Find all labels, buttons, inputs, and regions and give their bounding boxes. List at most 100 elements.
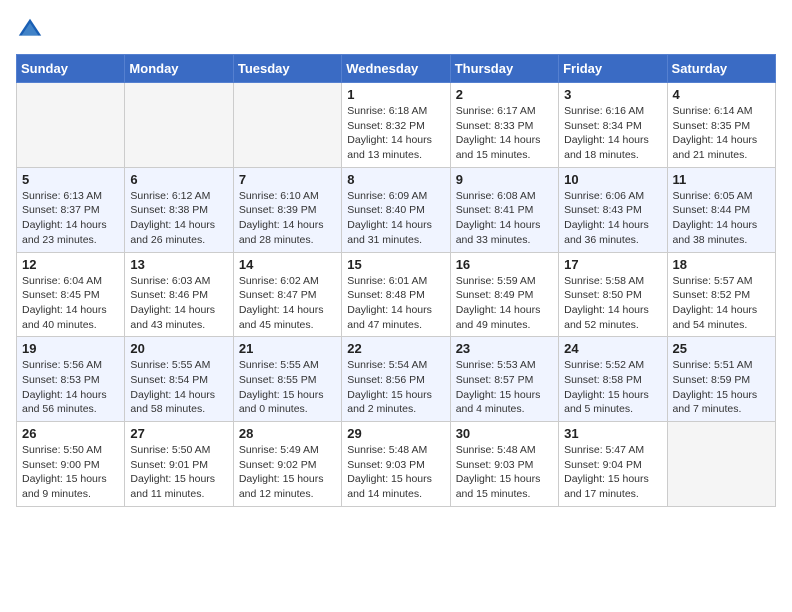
calendar-day-cell: 4 Sunrise: 6:14 AM Sunset: 8:35 PM Daylig… — [667, 83, 775, 168]
weekday-header-thursday: Thursday — [450, 55, 558, 83]
day-info: Sunrise: 6:01 AM Sunset: 8:48 PM Dayligh… — [347, 274, 444, 333]
day-info: Sunrise: 6:09 AM Sunset: 8:40 PM Dayligh… — [347, 189, 444, 248]
day-info: Sunrise: 5:55 AM Sunset: 8:55 PM Dayligh… — [239, 358, 336, 417]
calendar-day-cell: 7 Sunrise: 6:10 AM Sunset: 8:39 PM Daylig… — [233, 167, 341, 252]
day-number: 19 — [22, 341, 119, 356]
day-info: Sunrise: 6:17 AM Sunset: 8:33 PM Dayligh… — [456, 104, 553, 163]
day-info: Sunrise: 6:13 AM Sunset: 8:37 PM Dayligh… — [22, 189, 119, 248]
day-info: Sunrise: 6:05 AM Sunset: 8:44 PM Dayligh… — [673, 189, 770, 248]
day-info: Sunrise: 6:02 AM Sunset: 8:47 PM Dayligh… — [239, 274, 336, 333]
calendar-day-cell: 3 Sunrise: 6:16 AM Sunset: 8:34 PM Daylig… — [559, 83, 667, 168]
calendar-day-cell: 28 Sunrise: 5:49 AM Sunset: 9:02 PM Dayli… — [233, 422, 341, 507]
day-info: Sunrise: 6:18 AM Sunset: 8:32 PM Dayligh… — [347, 104, 444, 163]
calendar-day-cell — [667, 422, 775, 507]
day-info: Sunrise: 5:54 AM Sunset: 8:56 PM Dayligh… — [347, 358, 444, 417]
calendar-day-cell: 13 Sunrise: 6:03 AM Sunset: 8:46 PM Dayli… — [125, 252, 233, 337]
day-number: 7 — [239, 172, 336, 187]
calendar-day-cell: 24 Sunrise: 5:52 AM Sunset: 8:58 PM Dayli… — [559, 337, 667, 422]
calendar-week-row: 26Sunrise: 5:50 AM Sunset: 9:00 PM Dayli… — [17, 422, 776, 507]
calendar-day-cell — [233, 83, 341, 168]
day-number: 16 — [456, 257, 553, 272]
day-number: 1 — [347, 87, 444, 102]
day-info: Sunrise: 6:10 AM Sunset: 8:39 PM Dayligh… — [239, 189, 336, 248]
day-info: Sunrise: 5:55 AM Sunset: 8:54 PM Dayligh… — [130, 358, 227, 417]
calendar-day-cell: 25 Sunrise: 5:51 AM Sunset: 8:59 PM Dayli… — [667, 337, 775, 422]
day-number: 15 — [347, 257, 444, 272]
day-info: Sunrise: 6:04 AM Sunset: 8:45 PM Dayligh… — [22, 274, 119, 333]
calendar-table: SundayMondayTuesdayWednesdayThursdayFrid… — [16, 54, 776, 507]
calendar-day-cell: 26Sunrise: 5:50 AM Sunset: 9:00 PM Dayli… — [17, 422, 125, 507]
day-info: Sunrise: 6:14 AM Sunset: 8:35 PM Dayligh… — [673, 104, 770, 163]
calendar-day-cell — [125, 83, 233, 168]
day-number: 27 — [130, 426, 227, 441]
day-number: 23 — [456, 341, 553, 356]
day-number: 18 — [673, 257, 770, 272]
day-number: 4 — [673, 87, 770, 102]
calendar-day-cell: 31 Sunrise: 5:47 AM Sunset: 9:04 PM Dayli… — [559, 422, 667, 507]
day-number: 31 — [564, 426, 661, 441]
day-info: Sunrise: 5:57 AM Sunset: 8:52 PM Dayligh… — [673, 274, 770, 333]
calendar-day-cell: 20Sunrise: 5:55 AM Sunset: 8:54 PM Dayli… — [125, 337, 233, 422]
day-number: 13 — [130, 257, 227, 272]
day-number: 21 — [239, 341, 336, 356]
day-number: 10 — [564, 172, 661, 187]
weekday-header-saturday: Saturday — [667, 55, 775, 83]
day-number: 28 — [239, 426, 336, 441]
day-info: Sunrise: 5:59 AM Sunset: 8:49 PM Dayligh… — [456, 274, 553, 333]
weekday-header-wednesday: Wednesday — [342, 55, 450, 83]
day-info: Sunrise: 5:51 AM Sunset: 8:59 PM Dayligh… — [673, 358, 770, 417]
calendar-day-cell: 1 Sunrise: 6:18 AM Sunset: 8:32 PM Daylig… — [342, 83, 450, 168]
calendar-day-cell: 18 Sunrise: 5:57 AM Sunset: 8:52 PM Dayli… — [667, 252, 775, 337]
calendar-week-row: 1 Sunrise: 6:18 AM Sunset: 8:32 PM Daylig… — [17, 83, 776, 168]
day-number: 5 — [22, 172, 119, 187]
calendar-day-cell: 14 Sunrise: 6:02 AM Sunset: 8:47 PM Dayli… — [233, 252, 341, 337]
day-info: Sunrise: 6:06 AM Sunset: 8:43 PM Dayligh… — [564, 189, 661, 248]
day-number: 14 — [239, 257, 336, 272]
page-header — [16, 16, 776, 44]
day-number: 6 — [130, 172, 227, 187]
day-info: Sunrise: 6:12 AM Sunset: 8:38 PM Dayligh… — [130, 189, 227, 248]
day-info: Sunrise: 5:47 AM Sunset: 9:04 PM Dayligh… — [564, 443, 661, 502]
day-info: Sunrise: 5:52 AM Sunset: 8:58 PM Dayligh… — [564, 358, 661, 417]
day-number: 8 — [347, 172, 444, 187]
day-number: 12 — [22, 257, 119, 272]
calendar-week-row: 12 Sunrise: 6:04 AM Sunset: 8:45 PM Dayli… — [17, 252, 776, 337]
day-number: 24 — [564, 341, 661, 356]
calendar-day-cell: 6 Sunrise: 6:12 AM Sunset: 8:38 PM Daylig… — [125, 167, 233, 252]
weekday-header-monday: Monday — [125, 55, 233, 83]
day-number: 22 — [347, 341, 444, 356]
calendar-day-cell: 11 Sunrise: 6:05 AM Sunset: 8:44 PM Dayli… — [667, 167, 775, 252]
day-number: 25 — [673, 341, 770, 356]
day-number: 3 — [564, 87, 661, 102]
calendar-day-cell: 5 Sunrise: 6:13 AM Sunset: 8:37 PM Daylig… — [17, 167, 125, 252]
calendar-day-cell — [17, 83, 125, 168]
day-number: 26 — [22, 426, 119, 441]
calendar-day-cell: 12 Sunrise: 6:04 AM Sunset: 8:45 PM Dayli… — [17, 252, 125, 337]
calendar-day-cell: 10 Sunrise: 6:06 AM Sunset: 8:43 PM Dayli… — [559, 167, 667, 252]
day-info: Sunrise: 5:50 AM Sunset: 9:01 PM Dayligh… — [130, 443, 227, 502]
day-info: Sunrise: 5:58 AM Sunset: 8:50 PM Dayligh… — [564, 274, 661, 333]
day-info: Sunrise: 5:53 AM Sunset: 8:57 PM Dayligh… — [456, 358, 553, 417]
day-info: Sunrise: 6:16 AM Sunset: 8:34 PM Dayligh… — [564, 104, 661, 163]
calendar-week-row: 19Sunrise: 5:56 AM Sunset: 8:53 PM Dayli… — [17, 337, 776, 422]
day-number: 9 — [456, 172, 553, 187]
day-info: Sunrise: 5:48 AM Sunset: 9:03 PM Dayligh… — [347, 443, 444, 502]
weekday-header-sunday: Sunday — [17, 55, 125, 83]
day-number: 30 — [456, 426, 553, 441]
logo — [16, 16, 48, 44]
day-info: Sunrise: 5:49 AM Sunset: 9:02 PM Dayligh… — [239, 443, 336, 502]
calendar-day-cell: 22 Sunrise: 5:54 AM Sunset: 8:56 PM Dayli… — [342, 337, 450, 422]
calendar-day-cell: 23 Sunrise: 5:53 AM Sunset: 8:57 PM Dayli… — [450, 337, 558, 422]
calendar-day-cell: 29 Sunrise: 5:48 AM Sunset: 9:03 PM Dayli… — [342, 422, 450, 507]
calendar-day-cell: 19Sunrise: 5:56 AM Sunset: 8:53 PM Dayli… — [17, 337, 125, 422]
weekday-header-row: SundayMondayTuesdayWednesdayThursdayFrid… — [17, 55, 776, 83]
calendar-day-cell: 27 Sunrise: 5:50 AM Sunset: 9:01 PM Dayli… — [125, 422, 233, 507]
day-number: 11 — [673, 172, 770, 187]
calendar-day-cell: 17Sunrise: 5:58 AM Sunset: 8:50 PM Dayli… — [559, 252, 667, 337]
day-number: 29 — [347, 426, 444, 441]
day-info: Sunrise: 6:03 AM Sunset: 8:46 PM Dayligh… — [130, 274, 227, 333]
calendar-day-cell: 15 Sunrise: 6:01 AM Sunset: 8:48 PM Dayli… — [342, 252, 450, 337]
calendar-day-cell: 16 Sunrise: 5:59 AM Sunset: 8:49 PM Dayli… — [450, 252, 558, 337]
calendar-week-row: 5 Sunrise: 6:13 AM Sunset: 8:37 PM Daylig… — [17, 167, 776, 252]
calendar-day-cell: 30Sunrise: 5:48 AM Sunset: 9:03 PM Dayli… — [450, 422, 558, 507]
